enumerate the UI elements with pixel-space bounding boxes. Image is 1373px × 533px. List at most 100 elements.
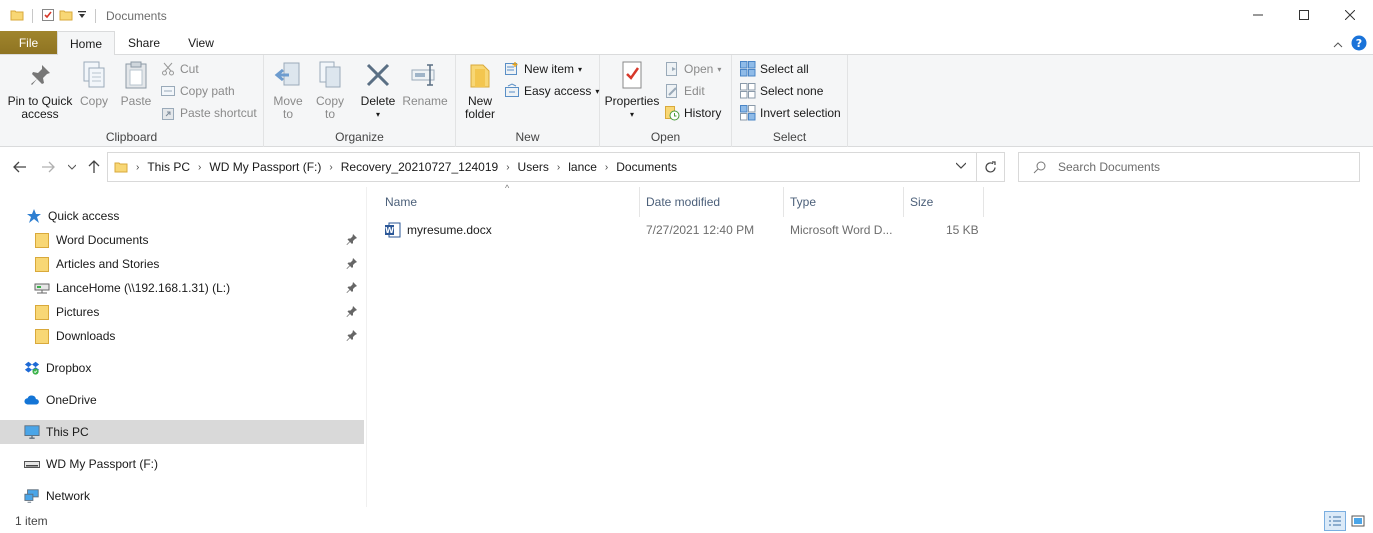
open-label: Open <box>684 62 714 76</box>
address-dropdown-icon[interactable] <box>956 162 966 169</box>
nav-onedrive[interactable]: OneDrive <box>0 388 364 412</box>
breadcrumb-users[interactable]: Users <box>512 160 555 174</box>
computer-icon <box>24 424 40 440</box>
breadcrumb-lance[interactable]: lance <box>562 160 603 174</box>
tab-home[interactable]: Home <box>57 31 115 55</box>
paste-button[interactable]: Paste <box>118 59 154 108</box>
column-size-label: Size <box>910 195 934 209</box>
breadcrumb-chevron-icon[interactable]: › <box>504 162 511 173</box>
pin-icon[interactable] <box>346 305 360 319</box>
nav-item-lancehome[interactable]: LanceHome (\\192.168.1.31) (L:) <box>0 276 364 300</box>
column-header-type[interactable]: Type <box>783 187 904 217</box>
nav-dropbox[interactable]: Dropbox <box>0 356 364 380</box>
nav-item-pictures[interactable]: Pictures <box>0 300 364 324</box>
move-to-button[interactable]: Move to <box>270 59 306 121</box>
search-placeholder: Search Documents <box>1058 160 1161 174</box>
new-item-button[interactable]: New item ▾ <box>504 59 582 79</box>
column-header-date[interactable]: Date modified <box>639 187 784 217</box>
ribbon-right-controls: ? <box>1333 35 1367 54</box>
tab-view[interactable]: View <box>173 31 229 54</box>
rename-icon <box>409 59 441 91</box>
nav-quick-access[interactable]: Quick access <box>0 204 364 228</box>
pin-icon[interactable] <box>346 257 360 271</box>
breadcrumb-chevron-icon[interactable]: › <box>196 162 203 173</box>
nav-item-label: Pictures <box>56 305 100 319</box>
properties-check-icon[interactable] <box>41 8 55 25</box>
nav-network[interactable]: Network <box>0 484 364 508</box>
nav-item-downloads[interactable]: Downloads <box>0 324 364 348</box>
breadcrumb-documents[interactable]: Documents <box>610 160 683 174</box>
new-folder-button[interactable]: New folder <box>460 59 500 121</box>
forward-arrow-icon <box>42 161 55 173</box>
tab-share[interactable]: Share <box>115 31 173 54</box>
help-icon[interactable]: ? <box>1351 35 1367 54</box>
pin-label-2: access <box>21 107 59 121</box>
collapse-ribbon-icon[interactable] <box>1333 38 1343 52</box>
properties-dropdown-icon[interactable]: ▾ <box>604 108 660 121</box>
close-button[interactable] <box>1327 0 1373 30</box>
nav-item-articles-and-stories[interactable]: Articles and Stories <box>0 252 364 276</box>
paste-shortcut-button[interactable]: Paste shortcut <box>160 103 257 123</box>
invert-selection-button[interactable]: Invert selection <box>740 103 841 123</box>
maximize-button[interactable] <box>1281 0 1327 30</box>
pin-icon[interactable] <box>346 233 360 247</box>
open-button[interactable]: Open ▾ <box>664 59 721 79</box>
breadcrumb-this-pc[interactable]: This PC <box>141 160 196 174</box>
up-button[interactable] <box>86 159 102 175</box>
breadcrumb-chevron-icon[interactable]: › <box>128 162 141 173</box>
details-view-button[interactable] <box>1324 511 1346 531</box>
pin-icon[interactable] <box>346 281 360 295</box>
new-folder-icon[interactable] <box>59 8 73 25</box>
back-button[interactable] <box>12 159 28 175</box>
open-dropdown-icon: ▾ <box>717 64 722 74</box>
copy-button[interactable]: Copy <box>76 59 112 108</box>
new-item-label: New item <box>524 62 575 76</box>
pin-icon[interactable] <box>346 329 360 343</box>
invert-selection-label: Invert selection <box>760 106 841 120</box>
delete-label: Delete <box>360 94 396 108</box>
file-row[interactable]: W myresume.docx 7/27/2021 12:40 PM Micro… <box>378 219 988 241</box>
pin-icon <box>24 59 56 91</box>
copy-path-icon <box>160 83 176 99</box>
breadcrumb-wd-passport[interactable]: WD My Passport (F:) <box>203 160 327 174</box>
column-header-size[interactable]: Size <box>903 187 984 217</box>
history-button[interactable]: History <box>664 103 721 123</box>
copy-to-button[interactable]: Copy to <box>312 59 348 121</box>
pin-to-quick-access-button[interactable]: Pin to Quick access <box>6 59 74 121</box>
paste-icon <box>120 59 152 91</box>
nav-item-word-documents[interactable]: Word Documents <box>0 228 364 252</box>
invert-selection-icon <box>740 105 756 121</box>
select-all-button[interactable]: Select all <box>740 59 809 79</box>
select-none-button[interactable]: Select none <box>740 81 823 101</box>
new-item-dropdown-icon: ▾ <box>578 64 583 74</box>
pane-divider[interactable] <box>366 187 367 507</box>
forward-button[interactable] <box>40 159 56 175</box>
large-icons-view-button[interactable] <box>1347 511 1369 531</box>
rename-button[interactable]: Rename <box>402 59 448 108</box>
easy-access-button[interactable]: Easy access ▾ <box>504 81 599 101</box>
minimize-icon <box>1253 14 1263 16</box>
nav-this-pc[interactable]: This PC <box>0 420 364 444</box>
edit-button[interactable]: Edit <box>664 81 705 101</box>
properties-icon <box>616 59 648 91</box>
recent-locations-button[interactable] <box>64 159 80 175</box>
search-box[interactable]: Search Documents <box>1018 152 1360 182</box>
minimize-button[interactable] <box>1235 0 1281 30</box>
tab-file[interactable]: File <box>0 31 57 54</box>
open-group: Properties ▾ Open ▾ Edit History Open <box>600 55 732 147</box>
properties-button[interactable]: Properties ▾ <box>604 59 660 121</box>
nav-wd-passport[interactable]: WD My Passport (F:) <box>0 452 364 476</box>
copy-path-button[interactable]: Copy path <box>160 81 235 101</box>
refresh-button[interactable] <box>977 152 1005 182</box>
address-bar[interactable]: › This PC › WD My Passport (F:) › Recove… <box>107 152 977 182</box>
delete-button[interactable]: Delete ▾ <box>358 59 398 121</box>
customize-qat-icon[interactable] <box>77 9 87 23</box>
breadcrumb-recovery[interactable]: Recovery_20210727_124019 <box>335 160 504 174</box>
column-header-name[interactable]: Name <box>378 187 640 217</box>
cut-button[interactable]: Cut <box>160 59 199 79</box>
delete-dropdown-icon[interactable]: ▾ <box>358 108 398 121</box>
breadcrumb-chevron-icon[interactable]: › <box>555 162 562 173</box>
breadcrumb-chevron-icon[interactable]: › <box>327 162 334 173</box>
breadcrumb-chevron-icon[interactable]: › <box>603 162 610 173</box>
new-group: New folder New item ▾ Easy access ▾ New <box>456 55 600 147</box>
